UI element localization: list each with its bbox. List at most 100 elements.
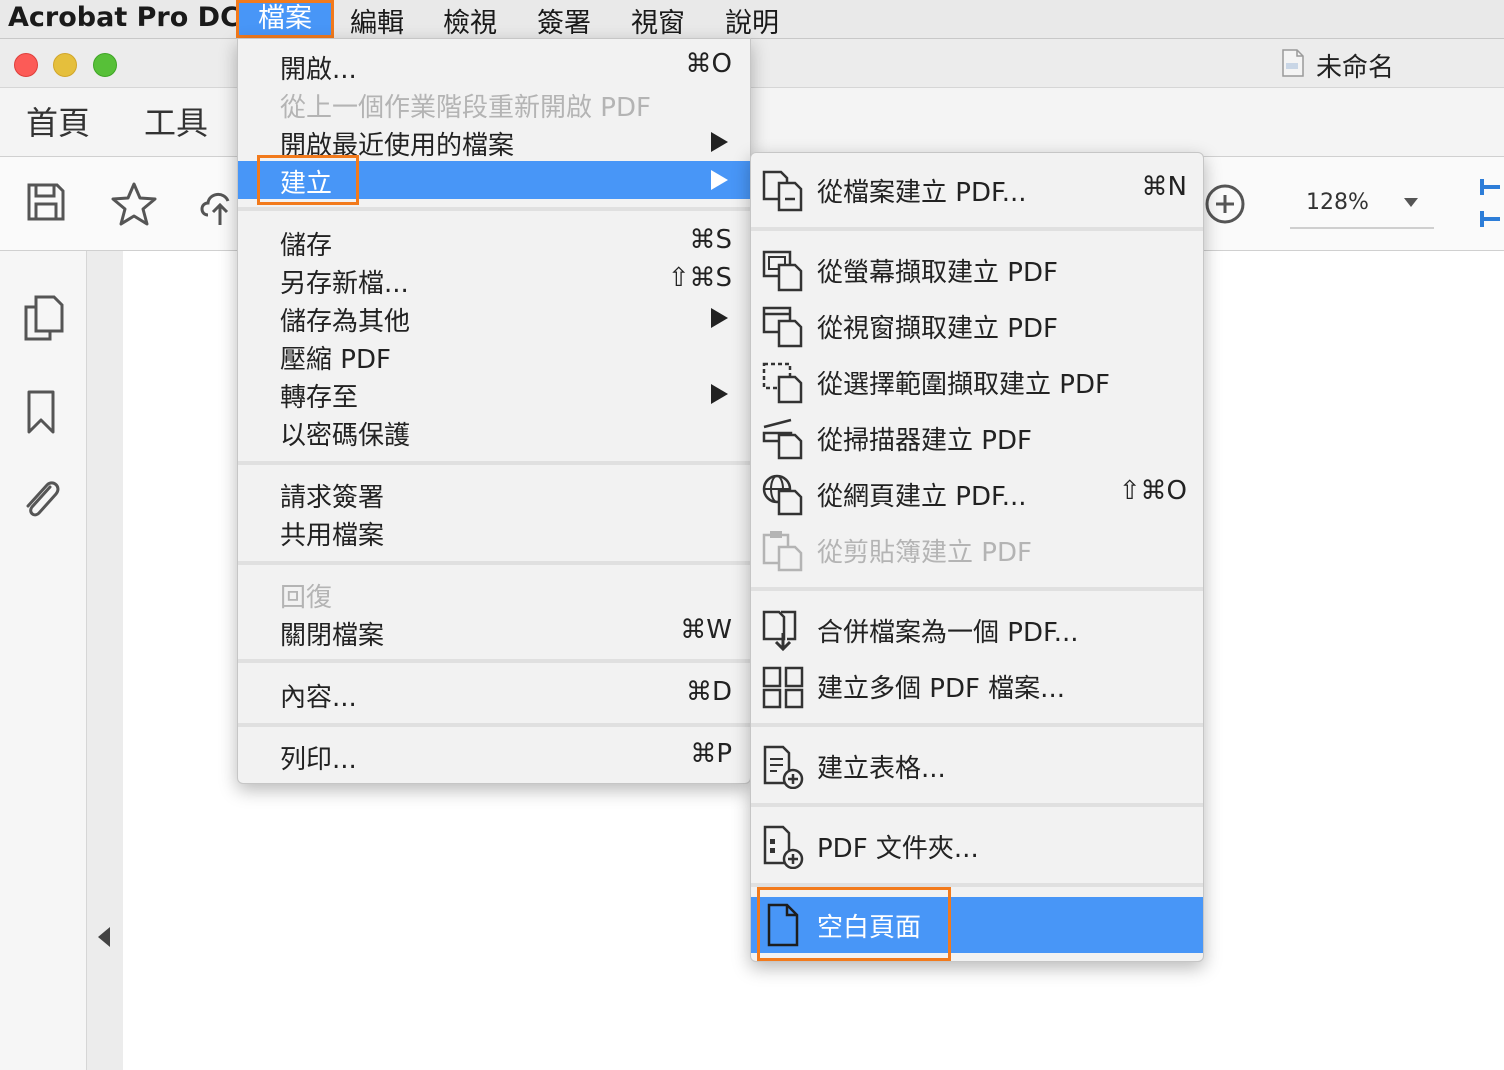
- menu-item-label: 回復: [280, 583, 333, 613]
- menu-item-label: 從螢幕擷取建立 PDF: [817, 258, 1058, 288]
- menu-item-combine[interactable]: 合併檔案為一個 PDF...: [751, 605, 1203, 655]
- page-thumbnails-icon[interactable]: [22, 293, 64, 341]
- menu-item-label: 建立表格...: [817, 754, 946, 784]
- menu-item-label: 內容...: [280, 683, 357, 713]
- menu-item-label: 開啟...: [280, 55, 357, 85]
- menu-item-create-from-web[interactable]: 從網頁建立 PDF... ⇧⌘O: [751, 469, 1203, 519]
- combine-files-icon: [762, 610, 797, 652]
- menu-item-create-form[interactable]: 建立表格...: [751, 741, 1203, 791]
- menu-item-label: 合併檔案為一個 PDF...: [817, 618, 1079, 648]
- menu-item-label: 關閉檔案: [280, 621, 385, 651]
- menu-item-shortcut: ⇧⌘O: [1118, 476, 1187, 506]
- menu-item-label: 從檔案建立 PDF...: [817, 178, 1027, 208]
- menu-item-label: PDF 文件夾...: [817, 834, 979, 864]
- menu-help[interactable]: 說明: [725, 1, 779, 40]
- menu-item-save-as[interactable]: 另存新檔... ⇧⌘S: [238, 261, 750, 299]
- menu-item-request-sign[interactable]: 請求簽署: [238, 475, 750, 513]
- menu-item-label: 從選擇範圍擷取建立 PDF: [817, 370, 1110, 400]
- menu-item-create-from-clipboard: 從剪貼簿建立 PDF: [751, 525, 1203, 575]
- globe-icon: [762, 474, 803, 516]
- document-title: 未命名: [1316, 53, 1395, 83]
- window-title-bar: 未命名: [0, 39, 1504, 88]
- menu-item-label: 列印...: [280, 745, 357, 775]
- menu-item-label: 儲存: [280, 231, 333, 261]
- save-icon[interactable]: [26, 182, 66, 222]
- menu-file[interactable]: 檔案: [236, 0, 334, 38]
- menu-item-label: 請求簽署: [280, 483, 385, 513]
- tab-tools[interactable]: 工具: [144, 98, 208, 144]
- create-submenu: 從檔案建立 PDF... ⌘N 從螢幕擷取建立 PDF 從視窗擷取建立 PDF …: [750, 152, 1204, 962]
- menu-item-label: 轉存至: [280, 383, 359, 413]
- menu-item-create-from-selection[interactable]: 從選擇範圍擷取建立 PDF: [751, 357, 1203, 407]
- menu-item-create-from-scanner[interactable]: 從掃描器建立 PDF: [751, 413, 1203, 463]
- create-highlight-annotation: [257, 155, 359, 205]
- menu-item-portfolio[interactable]: PDF 文件夾...: [751, 821, 1203, 871]
- zoom-dropdown-icon[interactable]: [1404, 198, 1418, 207]
- blank-page-highlight-annotation: [757, 887, 951, 961]
- zoom-underline: [1290, 227, 1434, 229]
- menu-item-create-from-file[interactable]: 從檔案建立 PDF... ⌘N: [751, 165, 1203, 215]
- zoom-window-button[interactable]: [93, 53, 117, 77]
- menu-separator: [238, 207, 750, 211]
- menu-item-label: 以密碼保護: [280, 421, 411, 451]
- menu-item-compress[interactable]: 壓縮 PDF: [238, 337, 750, 375]
- menu-item-label: 壓縮 PDF: [280, 345, 391, 375]
- menu-item-save[interactable]: 儲存 ⌘S: [238, 223, 750, 261]
- attachment-icon[interactable]: [20, 477, 64, 525]
- menu-separator: [238, 461, 750, 465]
- menu-item-save-as-other[interactable]: 儲存為其他: [238, 299, 750, 337]
- zoom-level[interactable]: 128%: [1306, 190, 1369, 215]
- zoom-in-icon[interactable]: [1204, 183, 1246, 225]
- menu-item-shortcut: ⌘P: [690, 739, 732, 769]
- menu-item-open[interactable]: 開啟... ⌘O: [238, 47, 750, 85]
- submenu-arrow-icon: [711, 132, 728, 152]
- menu-item-label: 儲存為其他: [280, 307, 411, 337]
- menu-separator: [751, 587, 1203, 591]
- menu-item-export-to[interactable]: 轉存至: [238, 375, 750, 413]
- menu-separator: [751, 227, 1203, 231]
- menu-item-label: 從上一個作業階段重新開啟 PDF: [280, 93, 651, 123]
- menu-item-create-from-screen[interactable]: 從螢幕擷取建立 PDF: [751, 245, 1203, 295]
- menu-item-shortcut: ⌘N: [1141, 172, 1187, 202]
- menu-item-close[interactable]: 關閉檔案 ⌘W: [238, 613, 750, 651]
- menu-item-share[interactable]: 共用檔案: [238, 513, 750, 551]
- menu-separator: [238, 723, 750, 727]
- menu-view[interactable]: 檢視: [443, 1, 497, 40]
- menu-item-create-multiple[interactable]: 建立多個 PDF 檔案...: [751, 661, 1203, 711]
- submenu-arrow-icon: [711, 308, 728, 328]
- menu-item-print[interactable]: 列印... ⌘P: [238, 737, 750, 775]
- menu-item-label: 從視窗擷取建立 PDF: [817, 314, 1058, 344]
- create-from-file-icon: [762, 170, 803, 212]
- menu-bar: Acrobat Pro DC 檔案 編輯 檢視 簽署 視窗 說明: [0, 0, 1504, 39]
- menu-edit[interactable]: 編輯: [350, 1, 404, 40]
- menu-item-label: 從網頁建立 PDF...: [817, 482, 1027, 512]
- menu-sign[interactable]: 簽署: [537, 1, 591, 40]
- menu-item-shortcut: ⌘D: [685, 677, 732, 707]
- menu-item-shortcut: ⇧⌘S: [667, 263, 732, 293]
- upload-cloud-icon[interactable]: [198, 185, 236, 227]
- menu-item-shortcut: ⌘W: [680, 615, 732, 645]
- submenu-arrow-icon: [711, 384, 728, 404]
- menu-item-revert: 回復: [238, 575, 750, 613]
- app-name-menu[interactable]: Acrobat Pro DC: [8, 2, 240, 33]
- menu-item-label: 建立多個 PDF 檔案...: [817, 674, 1065, 704]
- star-icon[interactable]: [110, 181, 158, 227]
- fit-page-icon[interactable]: [1478, 177, 1504, 229]
- close-window-button[interactable]: [14, 53, 38, 77]
- scanner-icon: [762, 418, 803, 460]
- menu-item-label: 共用檔案: [280, 521, 385, 551]
- menu-item-create-from-window[interactable]: 從視窗擷取建立 PDF: [751, 301, 1203, 351]
- menu-window[interactable]: 視窗: [631, 1, 685, 40]
- minimize-window-button[interactable]: [53, 53, 77, 77]
- menu-item-reopen: 從上一個作業階段重新開啟 PDF: [238, 85, 750, 123]
- screen-capture-icon: [762, 250, 803, 292]
- selection-capture-icon: [762, 362, 803, 404]
- menu-item-properties[interactable]: 內容... ⌘D: [238, 675, 750, 713]
- menu-item-label: 從掃描器建立 PDF: [817, 426, 1032, 456]
- menu-item-protect[interactable]: 以密碼保護: [238, 413, 750, 451]
- collapse-panel-icon[interactable]: [98, 927, 110, 947]
- clipboard-icon: [762, 531, 803, 572]
- tab-home[interactable]: 首頁: [26, 98, 90, 144]
- form-icon: [763, 745, 804, 789]
- bookmark-icon[interactable]: [26, 389, 56, 435]
